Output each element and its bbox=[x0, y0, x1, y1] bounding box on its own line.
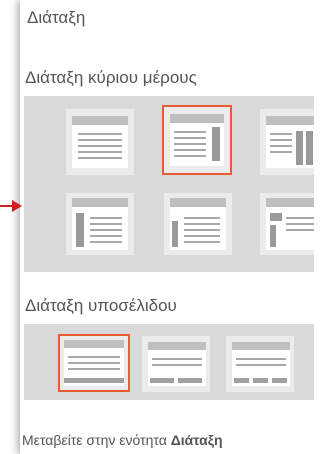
footer-option-three-columns[interactable] bbox=[226, 336, 294, 392]
footer-layout-heading: Διάταξη υποσέλιδου bbox=[25, 296, 177, 315]
sheet-title: Διάταξη bbox=[27, 8, 86, 27]
footer-option-one-column[interactable] bbox=[58, 334, 130, 392]
footer-hint: Μεταβείτε στην ενότητα Διάταξη bbox=[22, 432, 223, 448]
layout-option-full[interactable] bbox=[66, 109, 134, 175]
pointer-arrow-icon bbox=[0, 200, 22, 212]
layout-option-two-right-sidebars[interactable] bbox=[260, 109, 314, 175]
main-layout-heading: Διάταξη κύριου μέρους bbox=[25, 68, 197, 87]
layout-option-split-columns[interactable] bbox=[260, 193, 314, 255]
footer-hint-text: Μεταβείτε στην ενότητα bbox=[22, 432, 171, 448]
layout-option-left-sidebar[interactable] bbox=[66, 193, 134, 255]
layout-option-left-narrow-sidebar[interactable] bbox=[164, 193, 232, 255]
footer-layout-panel bbox=[24, 324, 314, 400]
layout-option-right-sidebar[interactable] bbox=[162, 105, 232, 175]
footer-option-two-columns[interactable] bbox=[142, 336, 210, 392]
footer-hint-link[interactable]: Διάταξη bbox=[171, 432, 223, 448]
main-layout-panel bbox=[24, 96, 314, 272]
